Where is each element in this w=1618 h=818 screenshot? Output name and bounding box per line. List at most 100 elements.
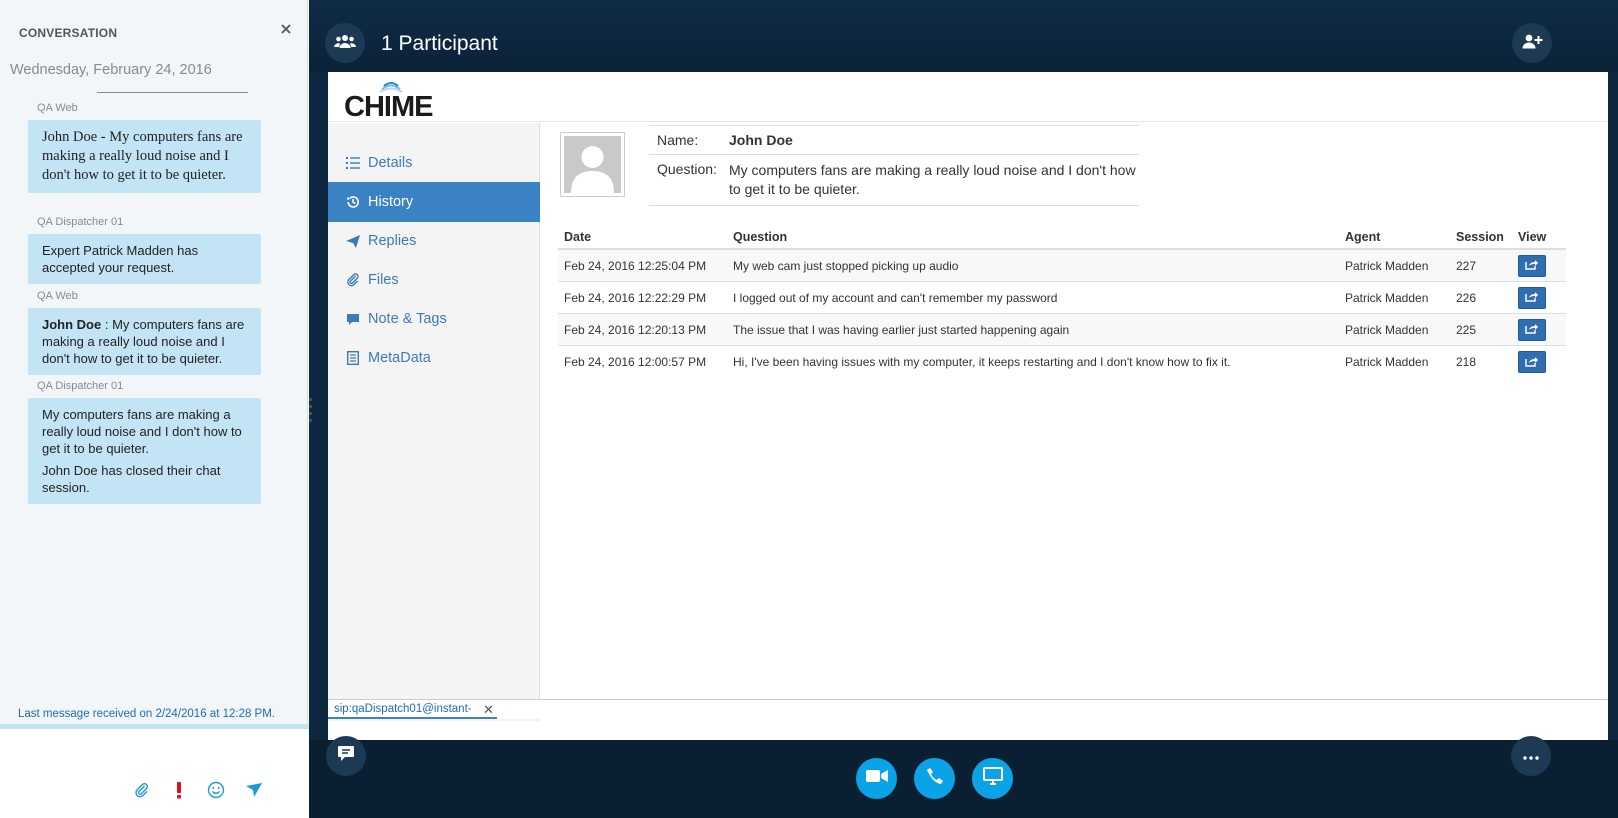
view-session-button[interactable] bbox=[1518, 318, 1546, 341]
message-bubble: My computers fans are making a really lo… bbox=[28, 398, 261, 504]
chime-logo: CHIME bbox=[344, 80, 440, 125]
chat-icon bbox=[337, 745, 355, 767]
sidebar-item-files[interactable]: Files bbox=[328, 260, 540, 300]
question-label: Question: bbox=[657, 161, 717, 177]
message-sender: QA Dispatcher 01 bbox=[37, 216, 124, 228]
divider bbox=[97, 92, 248, 93]
emoticon-icon[interactable] bbox=[206, 780, 226, 800]
table-row: Feb 24, 2016 12:22:29 PM I logged out of… bbox=[558, 282, 1566, 314]
sidebar-item-label: Replies bbox=[368, 233, 417, 249]
message-sender: QA Web bbox=[37, 290, 78, 302]
sidebar-item-replies[interactable]: Replies bbox=[328, 221, 540, 261]
message-author: John Doe bbox=[42, 317, 102, 332]
monitor-icon bbox=[982, 767, 1003, 790]
message-text: My computers fans are making a really lo… bbox=[42, 407, 242, 456]
more-options-button[interactable] bbox=[1511, 736, 1551, 776]
row-date: Feb 24, 2016 12:25:04 PM bbox=[564, 258, 707, 273]
row-session: 226 bbox=[1456, 290, 1477, 305]
comment-icon bbox=[344, 311, 362, 327]
column-header-date[interactable]: Date bbox=[558, 230, 733, 244]
close-icon[interactable]: ✕ bbox=[483, 702, 494, 718]
sidebar-item-label: History bbox=[368, 194, 414, 210]
video-call-button[interactable] bbox=[856, 758, 897, 799]
add-participant-button[interactable] bbox=[1512, 23, 1552, 63]
pane-resize-handle[interactable] bbox=[309, 398, 312, 422]
table-row: Feb 24, 2016 12:25:04 PM My web cam just… bbox=[558, 250, 1566, 282]
customer-name: John Doe bbox=[729, 132, 793, 148]
participants-button[interactable] bbox=[325, 23, 365, 63]
person-icon bbox=[564, 136, 621, 193]
column-header-question[interactable]: Question bbox=[733, 230, 1345, 244]
row-session: 218 bbox=[1456, 355, 1477, 369]
view-session-button[interactable] bbox=[1518, 254, 1546, 277]
importance-icon[interactable] bbox=[169, 780, 189, 800]
row-date: Feb 24, 2016 12:20:13 PM bbox=[564, 322, 707, 337]
table-row: Feb 24, 2016 12:00:57 PM Hi, I've been h… bbox=[558, 346, 1566, 378]
row-question: The issue that I was having earlier just… bbox=[733, 322, 1070, 337]
sidebar-item-label: Files bbox=[368, 272, 399, 288]
message-text: John Doe : My computers fans are making … bbox=[42, 316, 247, 367]
message-bubble: Expert Patrick Madden has accepted your … bbox=[28, 234, 261, 284]
message-bubble: John Doe - My computers fans are making … bbox=[28, 120, 261, 193]
paperclip-icon bbox=[344, 272, 362, 288]
profile-name-row: Name: John Doe bbox=[649, 126, 1139, 155]
tab-label: sip:qaDispatch01@instant- bbox=[334, 702, 472, 715]
sidebar: Details History Replies Files Note & Tag… bbox=[328, 123, 540, 721]
ellipsis-icon bbox=[1523, 747, 1539, 765]
external-link-icon bbox=[1525, 290, 1539, 305]
row-session: 225 bbox=[1456, 322, 1477, 337]
name-label: Name: bbox=[657, 132, 699, 148]
logo-text: CHIME bbox=[344, 91, 433, 120]
row-date: Feb 24, 2016 12:00:57 PM bbox=[564, 355, 707, 369]
profile-info: Name: John Doe Question: My computers fa… bbox=[649, 125, 1139, 206]
message-text: John Doe has closed their chat session. bbox=[42, 463, 221, 495]
list-icon bbox=[344, 155, 362, 171]
view-session-button[interactable] bbox=[1518, 286, 1546, 309]
row-date: Feb 24, 2016 12:22:29 PM bbox=[564, 290, 707, 305]
people-icon bbox=[334, 33, 356, 54]
conversation-header: CONVERSATION bbox=[19, 26, 118, 40]
sidebar-item-label: Note & Tags bbox=[368, 311, 447, 327]
row-question: My web cam just stopped picking up audio bbox=[733, 258, 959, 273]
sidebar-item-details[interactable]: Details bbox=[328, 143, 540, 183]
row-question: I logged out of my account and can't rem… bbox=[733, 290, 1058, 305]
send-icon[interactable] bbox=[244, 780, 264, 800]
toggle-conversation-button[interactable] bbox=[326, 736, 366, 776]
row-agent: Patrick Madden bbox=[1345, 258, 1429, 273]
participants-title: 1 Participant bbox=[381, 32, 498, 55]
share-screen-button[interactable] bbox=[972, 758, 1013, 799]
view-session-button[interactable] bbox=[1518, 351, 1546, 373]
profile-question-row: Question: My computers fans are making a… bbox=[649, 155, 1139, 206]
external-link-icon bbox=[1525, 258, 1539, 273]
close-icon[interactable] bbox=[280, 23, 294, 37]
audio-call-button[interactable] bbox=[914, 758, 955, 799]
column-header-agent[interactable]: Agent bbox=[1345, 230, 1456, 244]
last-message-status: Last message received on 2/24/2016 at 12… bbox=[18, 708, 275, 720]
external-link-icon bbox=[1525, 355, 1539, 370]
conversation-date: Wednesday, February 24, 2016 bbox=[10, 62, 212, 78]
row-agent: Patrick Madden bbox=[1345, 322, 1429, 337]
column-header-session[interactable]: Session bbox=[1456, 230, 1518, 244]
conversation-pane: CONVERSATION Wednesday, February 24, 201… bbox=[0, 0, 309, 818]
sidebar-item-label: MetaData bbox=[368, 350, 431, 366]
video-camera-icon bbox=[865, 769, 888, 788]
sidebar-item-history[interactable]: History bbox=[328, 182, 540, 222]
message-text: John Doe - My computers fans are making … bbox=[42, 129, 243, 183]
message-text: Expert Patrick Madden has accepted your … bbox=[42, 243, 199, 275]
history-icon bbox=[344, 194, 362, 210]
add-person-icon bbox=[1521, 33, 1543, 54]
row-agent: Patrick Madden bbox=[1345, 290, 1429, 305]
row-session: 227 bbox=[1456, 258, 1477, 273]
message-bubble: John Doe : My computers fans are making … bbox=[28, 308, 261, 375]
call-controls-bar bbox=[309, 740, 1618, 818]
tab-sip-session[interactable]: sip:qaDispatch01@instant- bbox=[328, 700, 497, 719]
paperclip-icon[interactable] bbox=[132, 780, 152, 800]
phone-icon bbox=[926, 767, 944, 790]
sidebar-item-note-tags[interactable]: Note & Tags bbox=[328, 299, 540, 339]
window-header bbox=[309, 0, 1618, 72]
logo-bar: CHIME bbox=[328, 72, 1608, 125]
sidebar-item-metadata[interactable]: MetaData bbox=[328, 338, 540, 378]
compose-area[interactable] bbox=[0, 724, 309, 818]
table-header: Date Question Agent Session View bbox=[558, 224, 1566, 250]
sidebar-item-label: Details bbox=[368, 155, 413, 171]
